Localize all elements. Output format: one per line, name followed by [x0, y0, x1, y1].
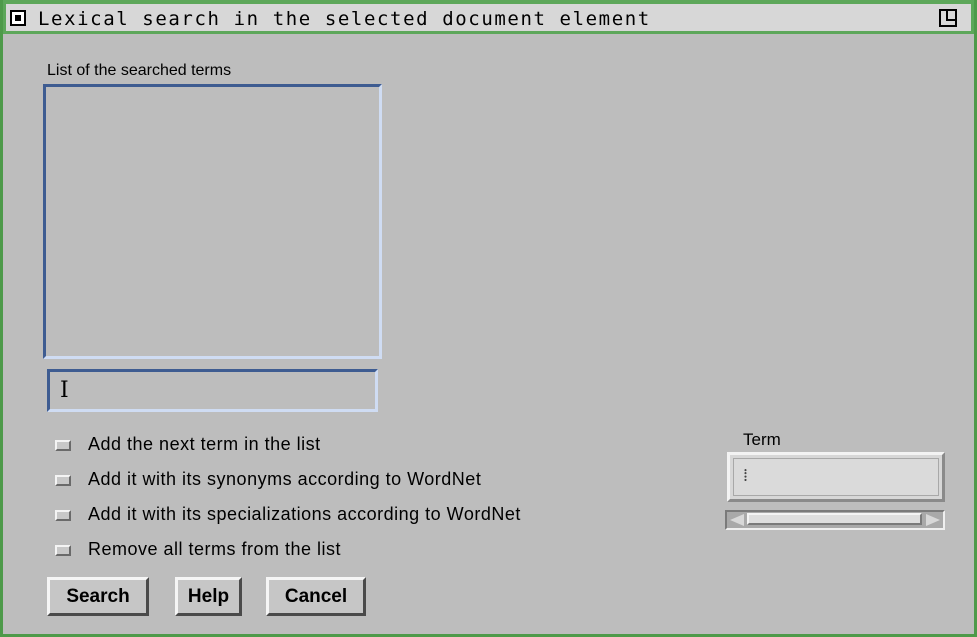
scrollbar-thumb[interactable]: [747, 513, 922, 525]
text-cursor-icon: ⁞: [743, 465, 749, 486]
lexical-search-dialog: Lexical search in the selected document …: [0, 0, 977, 637]
term-label: Term: [743, 430, 781, 449]
option-label: Add it with its synonyms according to Wo…: [88, 469, 482, 489]
terms-list-label: List of the searched terms: [47, 62, 232, 79]
arrow-left-icon[interactable]: [730, 514, 744, 526]
text-cursor-icon: I: [60, 378, 69, 403]
help-button[interactable]: Help: [175, 577, 242, 616]
checkbox[interactable]: [55, 440, 71, 451]
search-button[interactable]: Search: [47, 577, 149, 616]
window-title: Lexical search in the selected document …: [38, 8, 651, 30]
checkbox[interactable]: [55, 545, 71, 556]
checkbox[interactable]: [55, 510, 71, 521]
term-entry-input[interactable]: I: [47, 369, 378, 412]
option-label: Remove all terms from the list: [88, 539, 342, 559]
title-bar[interactable]: Lexical search in the selected document …: [3, 0, 974, 34]
cancel-button[interactable]: Cancel: [266, 577, 366, 616]
checkbox[interactable]: [55, 475, 71, 486]
term-horizontal-scrollbar[interactable]: [725, 510, 945, 530]
option-label: Add the next term in the list: [88, 434, 321, 454]
window-menu-icon[interactable]: [10, 10, 26, 26]
term-input[interactable]: ⁞: [727, 452, 945, 502]
maximize-icon[interactable]: [939, 9, 957, 27]
searched-terms-list[interactable]: [43, 84, 382, 359]
term-input-inner: ⁞: [733, 458, 939, 496]
option-label: Add it with its specializations accordin…: [88, 504, 521, 524]
arrow-right-icon[interactable]: [926, 514, 940, 526]
